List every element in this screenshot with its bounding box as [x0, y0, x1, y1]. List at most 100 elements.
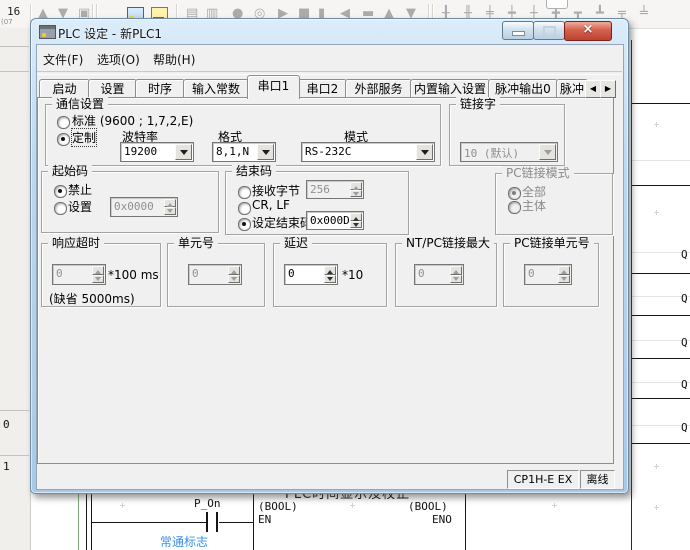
group-title: NT/PC链接最大: [402, 236, 494, 250]
margin-divider: [0, 71, 29, 72]
grid-mark: [654, 122, 659, 127]
group-start-code: 起始码 禁止 设置 0x0000: [41, 171, 219, 233]
menu-item-help[interactable]: 帮助(H): [153, 51, 195, 68]
close-button[interactable]: ×: [564, 21, 612, 41]
spin-down-icon[interactable]: [324, 275, 336, 284]
dropdown-arrow-icon[interactable]: [175, 144, 192, 160]
minimize-button[interactable]: [502, 21, 534, 40]
tab-pulse-output-0[interactable]: 脉冲输出0: [488, 79, 558, 98]
format-value: 8,1,N: [216, 145, 249, 158]
right-bus-bar: [631, 40, 632, 550]
left-bus-bar: [86, 486, 87, 550]
nt-pc-link-max-spinner: 0: [414, 264, 464, 285]
operand-label: Q: [681, 421, 688, 434]
grid-mark: [120, 503, 125, 508]
rung-line: [632, 103, 690, 104]
tab-serial-port-2[interactable]: 串口2: [298, 79, 347, 98]
mode-value: RS-232C: [305, 145, 351, 158]
rung-line: [632, 315, 690, 316]
tab-scroll-right-button[interactable]: ▶: [600, 80, 616, 98]
end-code-spinner[interactable]: 0x000D: [306, 211, 364, 230]
baud-rate-value: 19200: [124, 145, 157, 158]
tab-scroll-left-button[interactable]: ◀: [585, 80, 601, 98]
tab-builtin-input[interactable]: 内置输入设置: [410, 79, 490, 98]
group-nt-pc-link-max: NT/PC链接最大 0: [395, 243, 497, 307]
left-bus-bar-inner: [91, 486, 92, 550]
contact-bar: [216, 512, 218, 532]
contact-bar: [206, 512, 208, 532]
minimize-icon: [512, 31, 525, 36]
contact-operand[interactable]: P_On: [194, 497, 221, 510]
tab-timing[interactable]: 时序: [135, 79, 185, 98]
start-code-disable-radio[interactable]: [54, 185, 67, 198]
unit-number-value: 0: [192, 267, 199, 280]
group-pc-link-mode: PC链接模式 全部 主体: [495, 173, 613, 235]
rung-line: [632, 358, 690, 359]
standard-radio[interactable]: [57, 116, 70, 129]
menu-item-options[interactable]: 选项(O): [97, 51, 140, 68]
end-code-crlf-radio[interactable]: [238, 202, 251, 215]
end-code-received-bytes-label[interactable]: 接收字节: [252, 182, 300, 199]
standard-radio-label[interactable]: 标准 (9600 ; 1,7,2,E): [72, 112, 193, 129]
dialog-title: PLC 设定 - 新PLC1: [58, 25, 162, 42]
spin-up-icon: [350, 182, 362, 190]
function-block-left-border: [253, 486, 254, 550]
maximize-button[interactable]: [533, 21, 565, 40]
tab-serial-port-1[interactable]: 串口1: [247, 75, 300, 99]
mode-select[interactable]: RS-232C: [301, 142, 435, 162]
spin-down-icon[interactable]: [350, 221, 362, 229]
end-code-received-bytes-radio[interactable]: [238, 186, 251, 199]
group-response-timeout: 响应超时 0 *100 ms (缺省 5000ms): [41, 243, 161, 307]
spin-up-icon: [558, 266, 570, 275]
margin-divider: [0, 410, 29, 411]
end-code-set-label[interactable]: 设定结束码: [252, 214, 312, 231]
response-timeout-unit: *100 ms: [108, 268, 159, 282]
grid-line: [632, 160, 690, 161]
group-unit-number: 单元号 0: [167, 243, 265, 307]
operand-label: Q: [681, 336, 688, 349]
function-block-right-border: [465, 486, 466, 550]
en-pin-label: EN: [258, 513, 271, 526]
rung-number: 1: [3, 460, 10, 473]
custom-radio[interactable]: [57, 133, 70, 146]
tab-pulse-clipped[interactable]: 脉冲: [556, 79, 588, 98]
spin-up-icon[interactable]: [324, 266, 336, 275]
tab-external-service[interactable]: 外部服务: [345, 79, 412, 98]
format-select[interactable]: 8,1,N: [212, 142, 276, 162]
custom-radio-label[interactable]: 定制: [72, 129, 96, 146]
response-timeout-value: 0: [56, 267, 63, 280]
pc-link-unit-value: 0: [528, 267, 535, 280]
rung-number-margin: 0 1: [0, 28, 31, 550]
spin-down-icon: [350, 190, 362, 198]
menu-item-file[interactable]: 文件(F): [43, 51, 83, 68]
group-pc-link-unit-number: PC链接单元号 0: [503, 243, 599, 307]
spin-up-icon[interactable]: [350, 213, 362, 221]
tab-startup[interactable]: 启动: [39, 79, 90, 98]
group-title: 响应超时: [48, 236, 104, 250]
group-link-words: 链接字 10 (默认): [449, 104, 565, 166]
start-code-disable-label[interactable]: 禁止: [68, 181, 92, 198]
tab-input-constant[interactable]: 输入常数: [183, 79, 249, 98]
received-bytes-value: 256: [310, 183, 330, 196]
delay-unit: *10: [342, 268, 363, 282]
end-code-set-radio[interactable]: [238, 218, 251, 231]
spin-down-icon: [228, 275, 240, 284]
dropdown-arrow-icon[interactable]: [257, 144, 274, 160]
group-title: PC链接单元号: [510, 236, 594, 250]
response-timeout-spinner: 0: [52, 264, 106, 285]
received-bytes-spinner: 256: [306, 180, 364, 199]
start-code-set-radio[interactable]: [54, 202, 67, 215]
delay-spinner[interactable]: 0: [284, 264, 338, 285]
tab-settings[interactable]: 设置: [88, 79, 137, 98]
rung-line: [632, 273, 690, 274]
group-title: 单元号: [174, 236, 218, 250]
spin-up-icon: [228, 266, 240, 275]
end-code-crlf-label[interactable]: CR, LF: [252, 198, 290, 212]
rung-wire: [92, 522, 207, 523]
dropdown-arrow-icon[interactable]: [416, 144, 433, 160]
start-code-set-label[interactable]: 设置: [68, 198, 92, 215]
baud-rate-select[interactable]: 19200: [120, 142, 194, 162]
plc-settings-dialog: PLC 设定 - 新PLC1 × 文件(F) 选项(O) 帮助(H) 启动 设置…: [30, 18, 629, 494]
operand-label: Q: [681, 378, 688, 391]
grid-mark: [654, 210, 659, 215]
